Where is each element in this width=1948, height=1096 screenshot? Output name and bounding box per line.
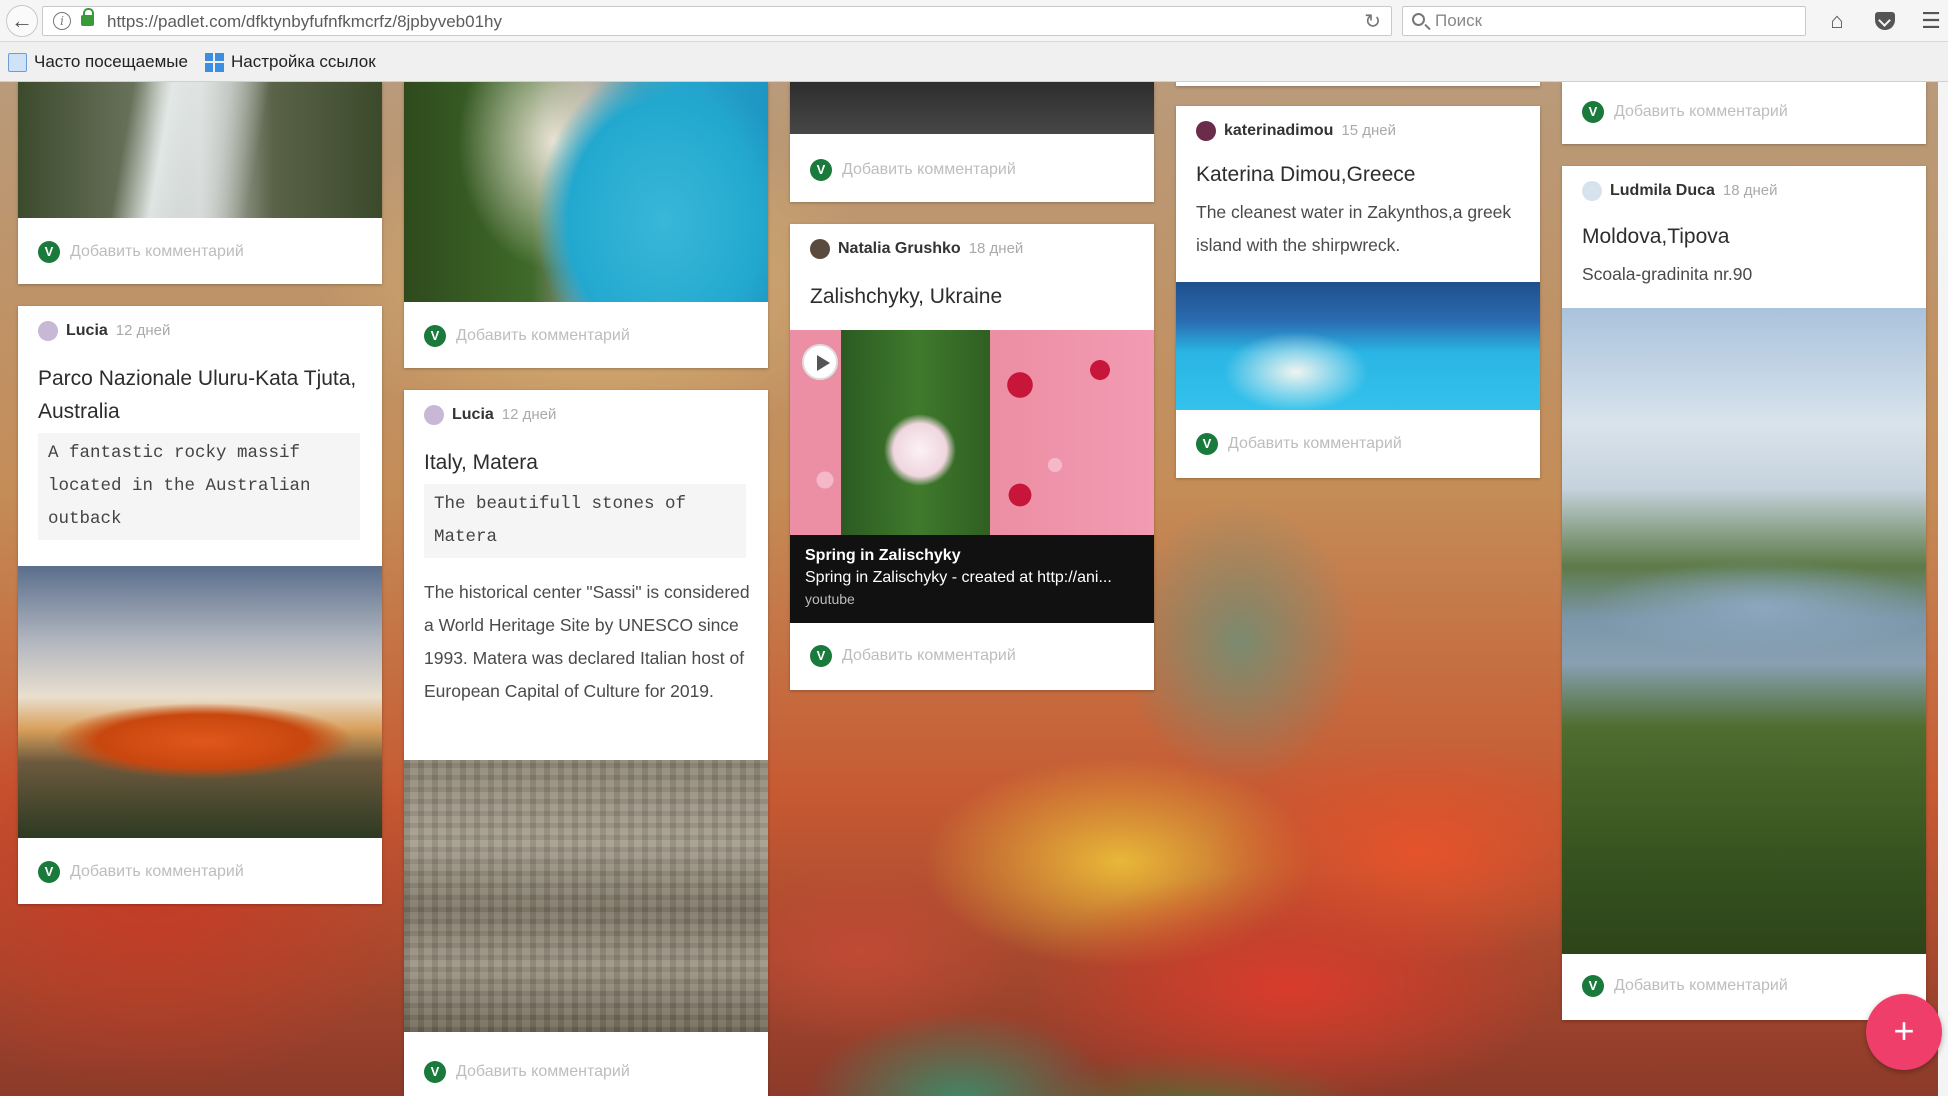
- post-age: 15 дней: [1341, 122, 1396, 139]
- add-post-button[interactable]: +: [1866, 994, 1942, 1070]
- comment-avatar: V: [1582, 101, 1604, 123]
- add-comment-input[interactable]: [456, 1060, 716, 1084]
- post-title: Moldova,Tipova: [1582, 225, 1730, 248]
- post-card-tipova[interactable]: Ludmila Duca 18 дней Moldova,Tipova Scoal…: [1562, 166, 1926, 1020]
- padlet-wall-background: V Lucia 12 дней Parco Nazionale Uluru-Kat…: [0, 82, 1948, 1096]
- author-name[interactable]: Natalia Grushko: [838, 240, 961, 257]
- comment-avatar: V: [1582, 975, 1604, 997]
- url-text[interactable]: https://padlet.com/dfktynbyfufnfkmcrfz/8…: [107, 12, 502, 32]
- add-comment-input[interactable]: [1614, 974, 1874, 998]
- bookmark-customize-links[interactable]: Настройка ссылок: [205, 52, 376, 74]
- add-comment-input[interactable]: [70, 860, 330, 884]
- bookmark-most-visited[interactable]: Часто посещаемые: [8, 52, 188, 74]
- comment-avatar: V: [38, 241, 60, 263]
- post-card-uluru[interactable]: Lucia 12 дней Parco Nazionale Uluru-Kata …: [18, 306, 382, 904]
- video-thumbnail[interactable]: [790, 330, 1154, 535]
- post-title: Parco Nazionale Uluru-Kata Tjuta, Austra…: [38, 367, 357, 423]
- post-card-zalishchyky[interactable]: Natalia Grushko 18 дней Zalishchyky, Ukra…: [790, 224, 1154, 690]
- bookmarks-bar: Часто посещаемые Настройка ссылок: [0, 42, 1948, 82]
- post-card-partial-top[interactable]: V: [1562, 82, 1926, 144]
- post-card-dark-photo[interactable]: V: [790, 82, 1154, 202]
- post-card-bay[interactable]: V: [404, 82, 768, 368]
- info-icon[interactable]: i: [53, 12, 71, 30]
- search-input[interactable]: [1435, 11, 1795, 31]
- matera-image[interactable]: [404, 760, 768, 1032]
- author-name[interactable]: Lucia: [66, 322, 108, 339]
- author-name[interactable]: Lucia: [452, 406, 494, 423]
- search-icon: [1412, 13, 1425, 26]
- bay-image: [404, 82, 768, 302]
- lock-icon: [81, 8, 94, 26]
- bookmark-label: Настройка ссылок: [231, 52, 376, 71]
- avatar: [1196, 121, 1216, 141]
- video-source: youtube: [805, 591, 855, 607]
- zakynthos-image[interactable]: [1176, 282, 1540, 410]
- post-age: 18 дней: [968, 240, 1024, 257]
- post-code-text: A fantastic rocky massif located in the …: [38, 433, 360, 540]
- avatar: [810, 239, 830, 259]
- post-title: Zalishchyky, Ukraine: [810, 285, 1003, 308]
- post-body-text: Scoala-gradinita nr.90: [1582, 264, 1753, 284]
- avatar: [424, 405, 444, 425]
- bookmark-folder-icon: [8, 53, 27, 72]
- post-age: 18 дней: [1722, 182, 1778, 199]
- reload-icon[interactable]: ↻: [1364, 9, 1381, 34]
- post-card-matera[interactable]: Lucia 12 дней Italy, Matera The beautiful…: [404, 390, 768, 1096]
- add-comment-input[interactable]: [842, 158, 1102, 182]
- video-title: Spring in Zalischyky: [805, 547, 961, 564]
- post-body-text: The historical center "Sassi" is conside…: [424, 582, 750, 701]
- menu-icon[interactable]: ☰: [1916, 6, 1946, 36]
- browser-toolbar: ← i https://padlet.com/dfktynbyfufnfkmcr…: [0, 0, 1948, 42]
- comment-avatar: V: [1196, 433, 1218, 455]
- post-age: 12 дней: [501, 406, 557, 423]
- avatar: [38, 321, 58, 341]
- comment-avatar: V: [424, 325, 446, 347]
- video-description: Spring in Zalischyky - created at http:/…: [805, 569, 1112, 586]
- post-title: Italy, Matera: [424, 451, 538, 474]
- comment-avatar: V: [810, 645, 832, 667]
- bookmark-label: Часто посещаемые: [34, 52, 188, 71]
- add-comment-input[interactable]: [456, 324, 716, 348]
- scrollbar-track[interactable]: [1938, 82, 1948, 1096]
- waterfall-image: [18, 82, 382, 218]
- post-age: 12 дней: [115, 322, 171, 339]
- post-title: Katerina Dimou,Greece: [1196, 163, 1416, 186]
- comment-avatar: V: [38, 861, 60, 883]
- tipova-image[interactable]: [1562, 308, 1926, 954]
- pocket-icon[interactable]: [1870, 6, 1900, 36]
- video-attachment[interactable]: Spring in Zalischyky Spring in Zalischyk…: [790, 330, 1154, 623]
- author-name[interactable]: Ludmila Duca: [1610, 182, 1715, 199]
- comment-avatar: V: [424, 1061, 446, 1083]
- comment-avatar: V: [810, 159, 832, 181]
- play-icon[interactable]: [802, 344, 838, 380]
- add-comment-input[interactable]: [842, 644, 1102, 668]
- back-arrow-icon[interactable]: ←: [6, 5, 38, 37]
- post-card-zakynthos[interactable]: katerinadimou 15 дней Katerina Dimou,Gree…: [1176, 106, 1540, 478]
- author-name[interactable]: katerinadimou: [1224, 122, 1333, 139]
- dark-image: [790, 82, 1154, 134]
- uluru-image[interactable]: [18, 566, 382, 838]
- post-card-partial: [1176, 82, 1540, 86]
- video-info: Spring in Zalischyky Spring in Zalischyk…: [790, 535, 1154, 623]
- avatar: [1582, 181, 1602, 201]
- search-bar[interactable]: [1402, 6, 1806, 36]
- add-comment-input[interactable]: [70, 240, 330, 264]
- home-icon[interactable]: ⌂: [1822, 6, 1852, 36]
- url-bar[interactable]: i https://padlet.com/dfktynbyfufnfkmcrfz…: [42, 6, 1392, 36]
- post-card-waterfall[interactable]: V: [18, 82, 382, 284]
- post-code-text: The beautifull stones of Matera: [424, 484, 746, 558]
- add-comment-input[interactable]: [1614, 100, 1874, 124]
- post-body-text: The cleanest water in Zakynthos,a greek …: [1196, 202, 1512, 255]
- windows-logo-icon: [205, 53, 224, 72]
- add-comment-input[interactable]: [1228, 432, 1488, 456]
